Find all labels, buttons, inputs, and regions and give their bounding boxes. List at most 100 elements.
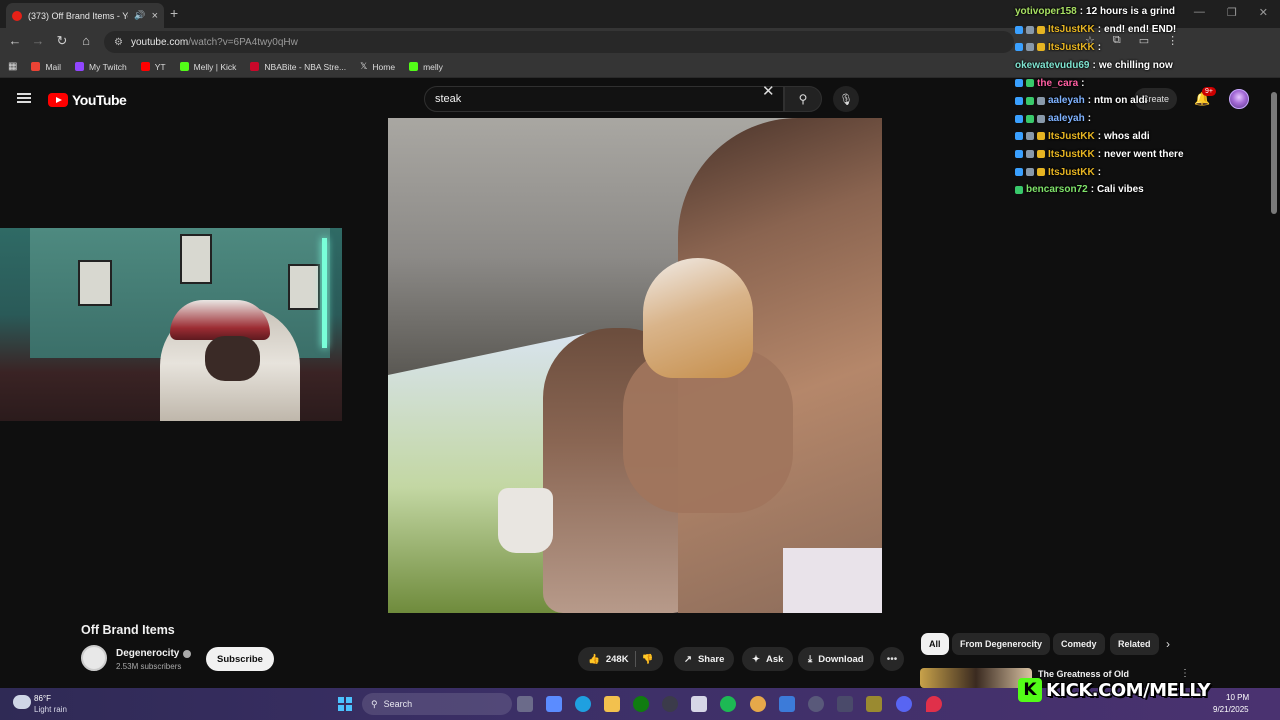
chat-text: whos aldi xyxy=(1104,130,1150,142)
site-info-icon[interactable]: ⚙ xyxy=(114,37,123,48)
webcam-poster xyxy=(288,264,320,310)
more-actions-button[interactable]: ••• xyxy=(880,647,904,671)
weather-temperature[interactable]: 86°F xyxy=(34,694,51,703)
ask-button[interactable]: ✦ Ask xyxy=(742,647,794,671)
kick-logo-icon: K xyxy=(1018,678,1042,702)
search-input[interactable]: steak xyxy=(424,86,784,112)
chat-badge-icon xyxy=(1015,168,1023,177)
chat-username[interactable]: yotivoper158 xyxy=(1015,6,1077,17)
recommendation-thumbnail[interactable] xyxy=(920,668,1032,688)
edge-icon[interactable] xyxy=(575,696,591,712)
speaker-icon[interactable]: 🔊 xyxy=(134,10,145,21)
chip-all[interactable]: All xyxy=(921,633,949,655)
weather-condition[interactable]: Light rain xyxy=(34,705,67,714)
chat-username[interactable]: ItsJustKK xyxy=(1048,131,1095,142)
verified-check-icon xyxy=(183,649,192,658)
search-button[interactable]: ⚲ xyxy=(784,86,822,112)
share-button[interactable]: ↗ Share xyxy=(674,647,735,671)
app-icon[interactable] xyxy=(866,696,882,712)
pin-app-icon[interactable] xyxy=(926,696,942,712)
youtube-favicon-icon xyxy=(12,10,22,21)
chat-username[interactable]: ItsJustKK xyxy=(1048,167,1095,178)
weather-cloud-icon[interactable] xyxy=(13,695,31,709)
search-icon: ⚲ xyxy=(371,698,378,709)
url-input[interactable]: ⚙ youtube.com/watch?v=6PA4twy0qHw xyxy=(104,31,1014,53)
subscriber-count: 2.53M subscribers xyxy=(116,662,182,671)
chat-username[interactable]: ItsJustKK xyxy=(1048,42,1095,53)
spotify-icon[interactable] xyxy=(720,696,736,712)
chat-separator: : xyxy=(1097,24,1102,36)
chip-comedy[interactable]: Comedy xyxy=(1053,633,1105,655)
chat-username[interactable]: ItsJustKK xyxy=(1048,24,1095,35)
chip-related[interactable]: Related xyxy=(1110,633,1159,655)
chrome-icon[interactable] xyxy=(750,696,766,712)
bookmark-melly[interactable]: melly xyxy=(409,62,443,72)
chat-username[interactable]: okewatevudu69 xyxy=(1015,60,1089,71)
chat-badge-icon xyxy=(1037,25,1045,34)
thumbs-up-icon[interactable]: 👍 xyxy=(588,654,600,665)
xbox-icon[interactable] xyxy=(633,696,649,712)
chat-username[interactable]: the_cara xyxy=(1037,78,1078,89)
discord-icon[interactable] xyxy=(896,696,912,712)
forward-arrow-icon[interactable]: → xyxy=(29,33,47,48)
video-player[interactable] xyxy=(388,118,882,613)
download-button[interactable]: ⤓ Download xyxy=(798,647,874,671)
chat-username[interactable]: ItsJustKK xyxy=(1048,149,1095,160)
webcam-led-strip xyxy=(322,238,327,348)
thumbs-down-icon[interactable]: 👎 xyxy=(642,654,654,665)
chat-username[interactable]: bencarson72 xyxy=(1026,184,1088,195)
subscribe-button[interactable]: Subscribe xyxy=(206,647,274,671)
youtube-logo[interactable]: YouTube xyxy=(48,92,127,108)
download-icon: ⤓ xyxy=(808,653,813,665)
tab-close-icon[interactable]: × xyxy=(152,10,158,22)
photos-icon[interactable] xyxy=(779,696,795,712)
chat-badge-icon xyxy=(1015,114,1023,123)
browser-tab-youtube[interactable]: (373) Off Brand Items - YouTube 🔊 × xyxy=(6,3,164,28)
taskbar-search[interactable]: ⚲ Search xyxy=(362,693,512,715)
home-icon[interactable]: ⌂ xyxy=(77,33,95,48)
hamburger-menu-icon[interactable] xyxy=(17,93,31,103)
chatgpt-icon[interactable] xyxy=(662,696,678,712)
voice-search-button[interactable]: 🎙 xyxy=(833,86,859,112)
apps-grid-icon[interactable]: ▦ xyxy=(8,61,17,72)
media-player-icon[interactable] xyxy=(808,696,824,712)
task-view-icon[interactable] xyxy=(517,696,533,712)
chip-from-degenerocity[interactable]: From Degenerocity xyxy=(952,633,1051,655)
windows-start-icon[interactable] xyxy=(338,697,352,711)
store-icon[interactable] xyxy=(691,696,707,712)
chat-badge-icon xyxy=(1037,43,1045,52)
app-icon[interactable] xyxy=(837,696,853,712)
channel-name[interactable]: Degenerocity xyxy=(116,648,192,659)
chat-badge-icon xyxy=(1015,132,1023,141)
kick-icon xyxy=(409,62,419,71)
chat-username[interactable]: aaleyah xyxy=(1048,95,1085,106)
divider xyxy=(634,651,636,667)
mail-icon xyxy=(31,62,41,71)
bookmark-mail[interactable]: Mail xyxy=(31,62,61,72)
youtube-play-icon xyxy=(48,93,68,107)
chat-badge-icon xyxy=(1015,96,1023,105)
bookmark-melly-kick[interactable]: Melly | Kick xyxy=(179,62,236,72)
reload-icon[interactable]: ↻ xyxy=(53,33,71,49)
back-arrow-icon[interactable]: ← xyxy=(6,33,24,48)
chat-username[interactable]: aaleyah xyxy=(1048,113,1085,124)
like-count[interactable]: 248K xyxy=(606,654,629,665)
copilot-icon[interactable] xyxy=(546,696,562,712)
clock-date[interactable]: 9/21/2025 xyxy=(1213,705,1249,714)
channel-avatar[interactable] xyxy=(81,645,107,671)
chevron-right-icon[interactable]: › xyxy=(1166,637,1170,651)
bookmark-my-twitch[interactable]: My Twitch xyxy=(75,62,127,72)
chat-separator: : xyxy=(1081,77,1085,89)
bookmark-nbabite[interactable]: NBABite - NBA Stre... xyxy=(250,62,346,72)
chat-badge-icon xyxy=(1015,150,1023,159)
bookmark-home[interactable]: 𝕏 Home xyxy=(360,61,395,72)
chat-separator: : xyxy=(1097,166,1102,178)
file-explorer-icon[interactable] xyxy=(604,696,620,712)
chat-separator: : xyxy=(1090,184,1095,196)
chat-separator: : xyxy=(1087,113,1092,125)
bookmark-yt[interactable]: YT xyxy=(140,62,166,72)
new-tab-button[interactable]: + xyxy=(170,5,178,21)
stream-chat-overlay: yotivoper158:12 hours is a grind ItsJustK… xyxy=(1015,3,1277,199)
clear-search-icon[interactable]: ✕ xyxy=(762,82,775,100)
chat-message: ItsJustKK: never went there xyxy=(1015,145,1277,163)
